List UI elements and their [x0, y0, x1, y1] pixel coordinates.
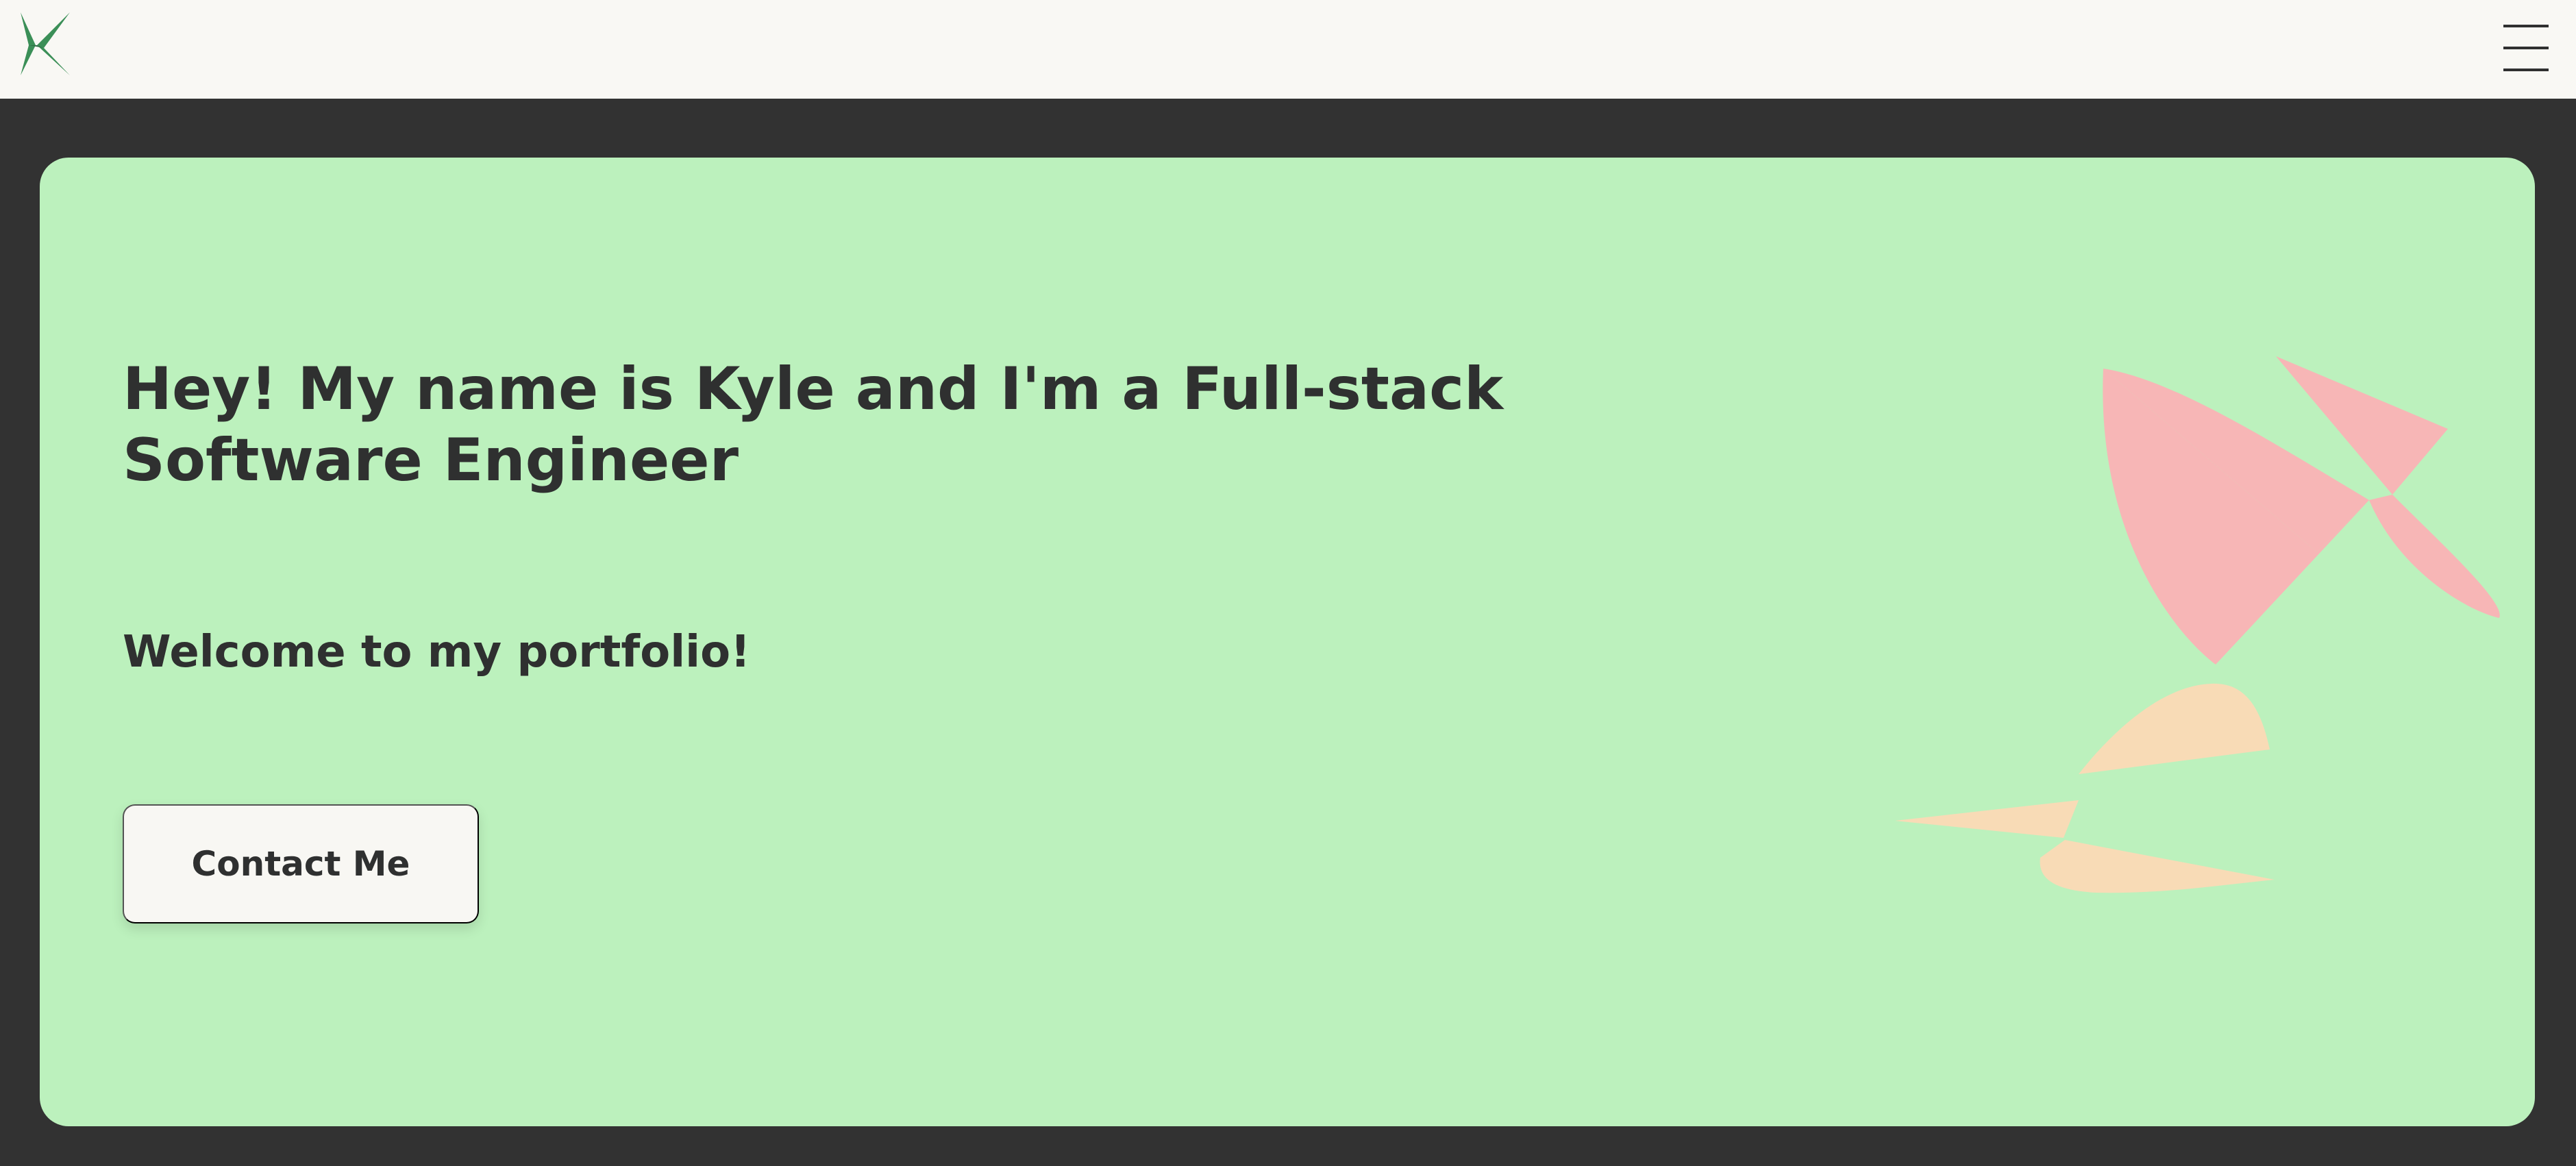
- peach-abstract-star-icon: [1895, 683, 2275, 893]
- hero-card: Hey! My name is Kyle and I'm a Full-stac…: [40, 158, 2535, 1126]
- hero-title: Hey! My name is Kyle and I'm a Full-stac…: [123, 355, 1504, 495]
- contact-me-button[interactable]: Contact Me: [123, 804, 479, 923]
- hero-subtitle: Welcome to my portfolio!: [123, 627, 751, 678]
- pink-abstract-star-icon: [2103, 356, 2500, 665]
- top-navigation-bar: [0, 0, 2576, 99]
- hamburger-menu-icon[interactable]: [2503, 23, 2549, 73]
- k-star-logo-icon[interactable]: [18, 12, 71, 75]
